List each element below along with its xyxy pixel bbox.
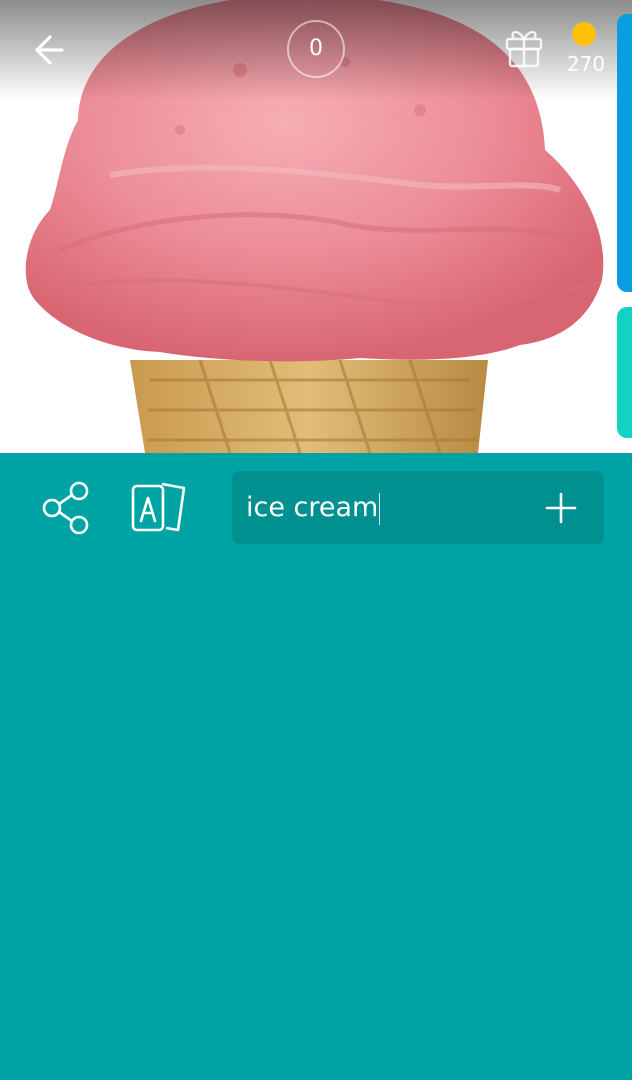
score-counter: 0 <box>287 20 345 78</box>
cards-button[interactable] <box>128 478 196 538</box>
back-button[interactable] <box>26 28 74 72</box>
side-tab-bottom[interactable] <box>617 307 632 438</box>
gift-icon <box>505 30 543 68</box>
coin-count: 270 <box>566 52 606 76</box>
letter-cards-icon <box>131 482 186 532</box>
text-caret <box>379 492 381 525</box>
coin-icon <box>572 22 596 46</box>
gift-button[interactable] <box>503 26 545 70</box>
side-tab-top[interactable] <box>617 14 632 292</box>
coin-balance: 270 <box>560 20 612 78</box>
add-button[interactable] <box>538 485 584 531</box>
answer-input-box: ice cream <box>232 471 604 544</box>
arrow-left-icon <box>35 35 64 65</box>
share-icon <box>42 481 89 535</box>
answer-text: ice cream <box>246 492 379 523</box>
share-button[interactable] <box>40 478 96 538</box>
answer-input[interactable]: ice cream <box>246 471 526 544</box>
plus-icon <box>545 492 577 524</box>
